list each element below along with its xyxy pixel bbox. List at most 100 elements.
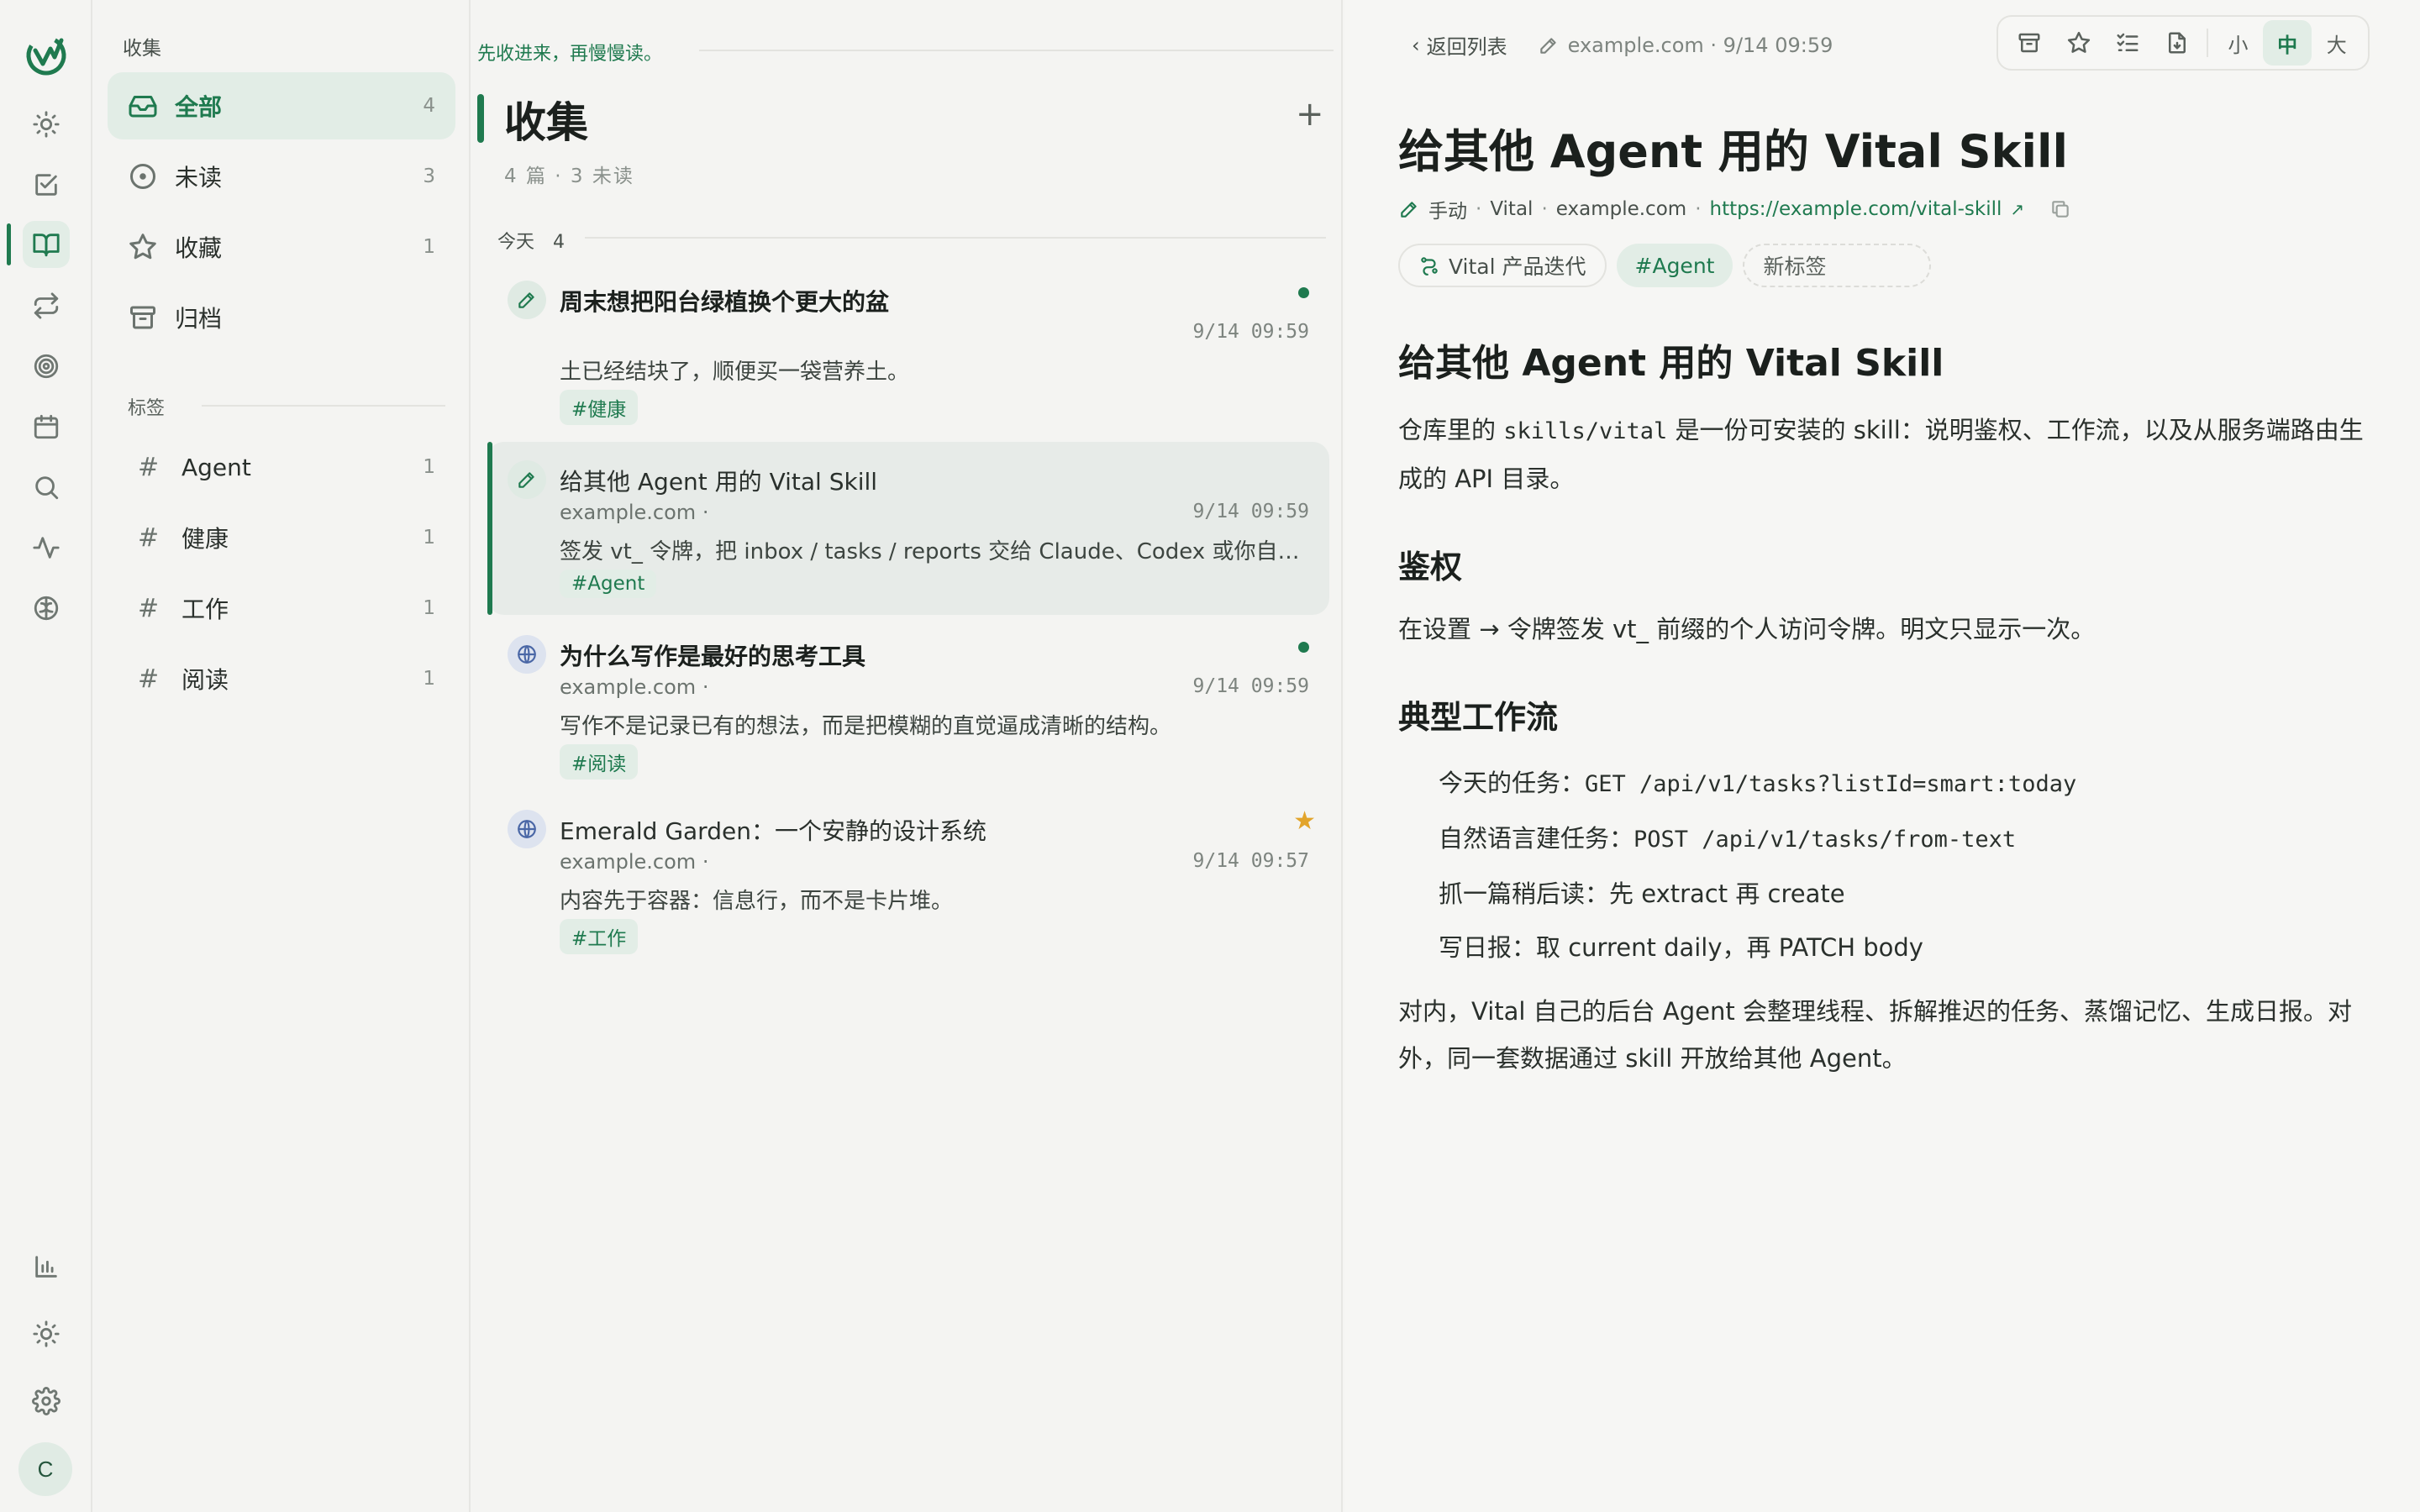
- item-tag[interactable]: #工作: [560, 919, 639, 954]
- sidebar-tag-agent[interactable]: # Agent 1: [108, 437, 455, 497]
- sidebar-item-label: 全部: [175, 93, 223, 121]
- sidebar-item-all[interactable]: 全部 4: [108, 72, 455, 139]
- search-icon[interactable]: [23, 464, 70, 511]
- star-icon[interactable]: ★: [1293, 806, 1316, 836]
- circle-dot-icon: [128, 161, 158, 192]
- list-item[interactable]: 为什么写作是最好的思考工具 example.com · 9/14 09:59 写…: [487, 617, 1329, 790]
- checklist-icon[interactable]: [2103, 20, 2153, 66]
- tag-label: 健康: [182, 525, 229, 553]
- divider: [585, 237, 1326, 239]
- item-summary: 签发 vt_ 令牌，把 inbox / tasks / reports 交给 C…: [560, 539, 1316, 564]
- book-icon[interactable]: [23, 221, 70, 268]
- brain-icon[interactable]: [23, 585, 70, 632]
- font-size-medium-button[interactable]: 中: [2262, 20, 2312, 66]
- tag-count: 1: [423, 456, 435, 478]
- flow-icon: [1418, 255, 1440, 276]
- calendar-icon[interactable]: [23, 403, 70, 450]
- text: 今天的任务：: [1439, 769, 1586, 797]
- article-meta: 手动 · Vital · example.com · https://examp…: [1398, 195, 2071, 223]
- chevron-left-icon[interactable]: ‹: [1412, 34, 1420, 57]
- article-heading: 给其他 Agent 用的 Vital Skill: [1398, 342, 1944, 385]
- sidebar-tag-reading[interactable]: # 阅读 1: [108, 648, 455, 709]
- tag-chip[interactable]: #Agent: [1616, 244, 1733, 287]
- list-chip[interactable]: Vital 产品迭代: [1398, 244, 1607, 287]
- item-tag[interactable]: #Agent: [560, 570, 657, 598]
- sidebar-tag-health[interactable]: # 健康 1: [108, 507, 455, 568]
- collections-sidebar: 收集 全部 4 未读 3 收藏 1 归档 标签 # Agent 1 # 健康 1…: [94, 0, 471, 1512]
- pencil-icon: [508, 281, 546, 319]
- inbox-icon: [128, 91, 158, 121]
- item-tag[interactable]: #健康: [560, 390, 639, 425]
- gear-icon[interactable]: [23, 1378, 70, 1425]
- item-summary: 土已经结块了，顺便买一袋营养土。: [560, 360, 910, 385]
- back-to-list-link[interactable]: 返回列表: [1427, 30, 1507, 60]
- title-accent-bar: [477, 94, 484, 143]
- checkbox-icon[interactable]: [23, 161, 70, 208]
- section-heading: 典型工作流: [1398, 699, 1559, 736]
- text: 写日报：: [1439, 933, 1537, 962]
- file-export-icon[interactable]: [2153, 20, 2202, 66]
- article-paragraph: 对内，Vital 自己的后台 Agent 会整理线程、拆解推迟的任务、蒸馏记忆、…: [1398, 997, 2352, 1073]
- add-item-button[interactable]: +: [1296, 97, 1324, 131]
- new-tag-input[interactable]: 新标签: [1743, 244, 1932, 287]
- list-item[interactable]: Emerald Garden：一个安静的设计系统 ★ example.com ·…: [487, 791, 1329, 964]
- tag-label: 工作: [182, 596, 229, 623]
- divider: [2207, 29, 2209, 57]
- item-tag[interactable]: #阅读: [560, 744, 639, 780]
- pencil-icon: [1398, 198, 1420, 220]
- pulse-icon[interactable]: [23, 524, 70, 571]
- item-title: 给其他 Agent 用的 Vital Skill: [560, 468, 878, 496]
- external-link-icon[interactable]: ↗: [2010, 199, 2024, 219]
- app-logo[interactable]: [21, 29, 71, 79]
- list-summary: 4 篇 · 3 未读: [504, 165, 634, 187]
- sidebar-item-unread[interactable]: 未读 3: [108, 143, 455, 210]
- font-size-large-button[interactable]: 大: [2312, 20, 2361, 66]
- text: 自然语言建任务：: [1439, 824, 1634, 853]
- text: 仓库里的: [1398, 416, 1504, 444]
- font-size-small-button[interactable]: 小: [2213, 20, 2263, 66]
- source-url-link[interactable]: https://example.com/vital-skill: [1710, 198, 2002, 220]
- item-title: 周末想把阳台绿植换个更大的盆: [560, 288, 890, 316]
- list-item-selected[interactable]: 给其他 Agent 用的 Vital Skill example.com · 9…: [487, 442, 1329, 615]
- meta-app: Vital: [1490, 198, 1534, 220]
- text: 抓一篇稍后读：: [1439, 879, 1610, 908]
- bar-chart-icon[interactable]: [23, 1243, 70, 1290]
- list-item[interactable]: 周末想把阳台绿植换个更大的盆 9/14 09:59 土已经结块了，顺便买一袋营养…: [487, 262, 1329, 430]
- item-summary: 内容先于容器：信息行，而不是卡片堆。: [560, 889, 954, 914]
- archive-icon[interactable]: [2005, 20, 2054, 66]
- avatar[interactable]: C: [18, 1442, 72, 1496]
- tag-label: Agent: [182, 453, 251, 481]
- workflow-list: 今天的任务：GET /api/v1/tasks?listId=smart:tod…: [1398, 756, 2373, 974]
- brightness-icon[interactable]: [23, 1310, 70, 1357]
- group-header: 今天 4: [497, 227, 565, 254]
- sidebar-item-archive[interactable]: 归档: [108, 284, 455, 351]
- inline-code: skills/vital: [1503, 418, 1668, 444]
- item-time: 9/14 09:57: [1192, 850, 1309, 872]
- sidebar-item-label: 未读: [175, 164, 223, 192]
- pencil-icon: [1538, 34, 1560, 56]
- globe-icon: [508, 810, 546, 848]
- divider: [699, 50, 1334, 51]
- article-paragraph: 仓库里的 skills/vital 是一份可安装的 skill：说明鉴权、工作流…: [1398, 407, 2373, 502]
- divider: [202, 405, 445, 407]
- text: 取 current daily，再 PATCH body: [1536, 933, 1923, 962]
- star-icon[interactable]: [2054, 20, 2104, 66]
- page-title: 收集: [504, 98, 588, 147]
- copy-icon[interactable]: [2049, 198, 2071, 220]
- target-icon[interactable]: [23, 343, 70, 390]
- selection-indicator: [487, 442, 492, 615]
- sun-icon[interactable]: [23, 101, 70, 148]
- repeat-icon[interactable]: [23, 282, 70, 329]
- article-paragraph: 在设置 → 令牌签发 vt_ 前缀的个人访问令牌。明文只显示一次。: [1398, 615, 2096, 643]
- item-title: 为什么写作是最好的思考工具: [560, 643, 866, 670]
- sidebar-tag-work[interactable]: # 工作 1: [108, 578, 455, 638]
- sidebar-item-starred[interactable]: 收藏 1: [108, 213, 455, 281]
- breadcrumb: ‹ 返回列表 example.com · 9/14 09:59: [1412, 30, 1833, 60]
- archive-icon: [128, 302, 158, 333]
- list-item: 抓一篇稍后读：先 extract 再 create: [1398, 867, 2373, 921]
- hash-icon: #: [138, 522, 160, 553]
- inline-code: GET /api/v1/tasks?listId=smart:today: [1585, 771, 2077, 797]
- list-item: 写日报：取 current daily，再 PATCH body: [1398, 921, 2373, 974]
- separator: ·: [1476, 198, 1482, 220]
- reader-toolbar: 小 中 大: [1996, 15, 2370, 71]
